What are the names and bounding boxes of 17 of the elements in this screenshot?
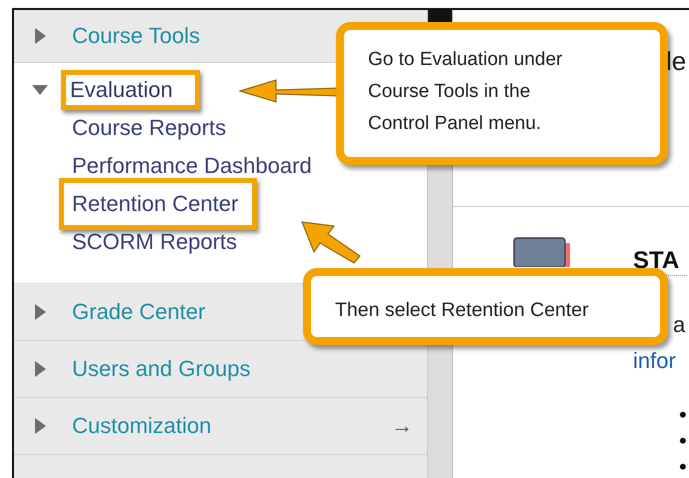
body-text: a — [672, 312, 686, 338]
expand-icon — [34, 418, 46, 434]
bullet: • — [679, 428, 687, 454]
expand-icon — [34, 28, 46, 44]
submenu-link[interactable]: Course Reports — [63, 110, 236, 146]
bullet: • — [679, 454, 687, 478]
sidebar-item[interactable]: Customization → — [14, 398, 427, 455]
body-link[interactable]: infor — [633, 348, 687, 374]
callout-tooltip: Then select Retention Center — [303, 268, 668, 345]
expand-icon — [34, 361, 46, 377]
expand-icon — [34, 304, 46, 320]
book-icon — [513, 237, 571, 267]
callout-tooltip: Go to Evaluation under Course Tools in the Control Panel menu. — [336, 22, 668, 165]
submenu-link[interactable]: Retention Center — [59, 178, 258, 230]
bullet: • — [679, 402, 687, 428]
arrow-glyph: → — [391, 413, 413, 439]
collapse-icon — [32, 84, 48, 96]
